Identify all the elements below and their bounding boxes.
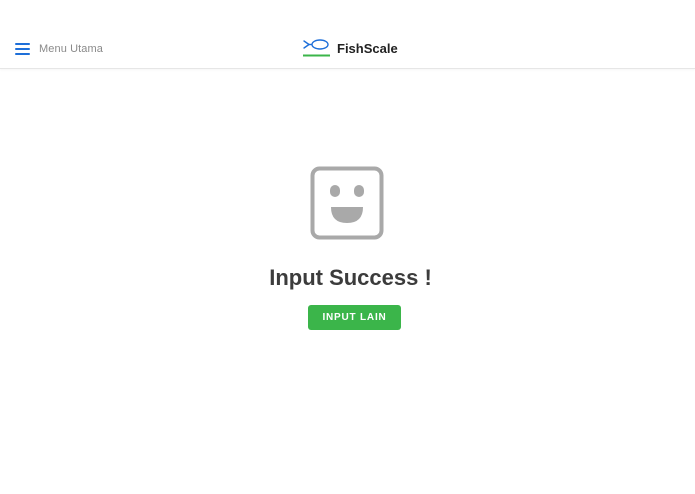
top-navbar: Menu Utama FishScale (0, 0, 695, 69)
fish-logo-icon (303, 39, 330, 57)
main-menu-button[interactable]: Menu Utama (15, 41, 103, 57)
brand[interactable]: FishScale (303, 38, 398, 58)
hamburger-bar (15, 53, 30, 55)
hamburger-icon[interactable] (15, 43, 30, 55)
success-title: Input Success ! (269, 265, 432, 290)
input-lain-button[interactable]: INPUT LAIN (308, 305, 401, 330)
hamburger-bar (15, 48, 30, 50)
hamburger-bar (15, 43, 30, 45)
main-menu-label[interactable]: Menu Utama (39, 43, 103, 55)
smiley-face-icon (310, 166, 384, 240)
brand-name: FishScale (337, 40, 398, 56)
